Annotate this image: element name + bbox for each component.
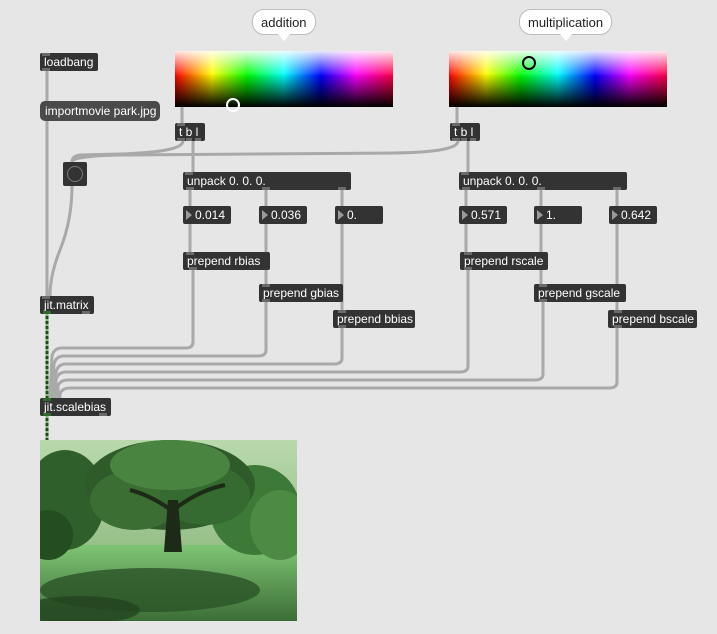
- outlet[interactable]: [42, 68, 50, 71]
- outlet[interactable]: [82, 311, 90, 314]
- park-tree-image: [40, 440, 297, 621]
- outlet[interactable]: [189, 267, 197, 270]
- jit-matrix-object[interactable]: jit.matrix: [40, 296, 94, 314]
- jit-scalebias-object[interactable]: jit.scalebias: [40, 398, 111, 416]
- comment-multiplication-text: multiplication: [528, 15, 604, 30]
- inlet[interactable]: [42, 296, 50, 299]
- importmovie-message[interactable]: importmovie park.jpg: [40, 101, 160, 121]
- outlet[interactable]: [614, 325, 622, 328]
- number-gbias-value: 0.036: [271, 208, 302, 222]
- trigger-label: t b l: [454, 125, 474, 139]
- bubble-tail-icon: [277, 34, 290, 41]
- number-gscale-value: 1.: [546, 208, 557, 222]
- inlet[interactable]: [614, 310, 622, 313]
- prepend-rbias-label: prepend rbias: [187, 254, 261, 268]
- outlet[interactable]: [43, 311, 51, 314]
- number-bbias[interactable]: 0.: [335, 206, 383, 224]
- outlet[interactable]: [195, 138, 201, 141]
- inlet[interactable]: [452, 123, 460, 126]
- outlet[interactable]: [177, 138, 185, 141]
- number-rscale-value: 0.571: [471, 208, 502, 222]
- inlet[interactable]: [262, 284, 270, 287]
- loadbang-object[interactable]: loadbang: [40, 53, 98, 71]
- prepend-bscale-object[interactable]: prepend bscale: [608, 310, 697, 328]
- inlet[interactable]: [539, 284, 547, 287]
- outlet[interactable]: [186, 187, 194, 190]
- outlet[interactable]: [338, 325, 346, 328]
- inlet[interactable]: [338, 310, 346, 313]
- number-bscale-value: 0.642: [621, 208, 652, 222]
- inlet[interactable]: [42, 53, 50, 56]
- outlet[interactable]: [262, 187, 270, 190]
- number-gscale[interactable]: 1.: [534, 206, 582, 224]
- prepend-rscale-object[interactable]: prepend rscale: [460, 252, 548, 270]
- number-arrow-icon: [537, 210, 543, 220]
- prepend-gbias-object[interactable]: prepend gbias: [259, 284, 343, 302]
- jit-scalebias-label: jit.scalebias: [44, 400, 107, 414]
- unpack-label: unpack 0. 0. 0.: [463, 174, 542, 188]
- unpack-object-addition[interactable]: unpack 0. 0. 0.: [183, 172, 351, 190]
- video-display[interactable]: [40, 440, 297, 621]
- outlet[interactable]: [186, 138, 192, 141]
- number-rbias[interactable]: 0.014: [183, 206, 231, 224]
- inlet[interactable]: [185, 172, 193, 175]
- outlet[interactable]: [43, 413, 51, 416]
- number-rbias-value: 0.014: [195, 208, 226, 222]
- inlet[interactable]: [461, 172, 469, 175]
- number-gbias[interactable]: 0.036: [259, 206, 307, 224]
- outlet[interactable]: [613, 187, 621, 190]
- unpack-label: unpack 0. 0. 0.: [187, 174, 266, 188]
- loadbang-label: loadbang: [44, 55, 94, 69]
- prepend-gbias-label: prepend gbias: [263, 286, 340, 300]
- unpack-object-multiplication[interactable]: unpack 0. 0. 0.: [459, 172, 627, 190]
- comment-multiplication: multiplication: [519, 9, 613, 41]
- importmovie-label: importmovie park.jpg: [45, 104, 157, 118]
- prepend-bbias-label: prepend bbias: [337, 312, 414, 326]
- outlet[interactable]: [537, 187, 545, 190]
- bubble-tail-icon: [559, 34, 572, 41]
- number-arrow-icon: [462, 210, 468, 220]
- prepend-rbias-object[interactable]: prepend rbias: [183, 252, 270, 270]
- outlet[interactable]: [99, 413, 107, 416]
- outlet[interactable]: [462, 187, 470, 190]
- prepend-rscale-label: prepend rscale: [464, 254, 544, 268]
- swatch-addition[interactable]: [175, 51, 393, 112]
- trigger-object-multiplication[interactable]: t b l: [450, 123, 480, 141]
- outlet[interactable]: [470, 138, 476, 141]
- comment-addition-text: addition: [261, 15, 307, 30]
- swatch-knob-icon[interactable]: [226, 98, 240, 112]
- number-bscale[interactable]: 0.642: [609, 206, 657, 224]
- prepend-bscale-label: prepend bscale: [612, 312, 695, 326]
- bang-button-icon: [67, 166, 83, 182]
- inlet[interactable]: [43, 398, 51, 401]
- number-arrow-icon: [338, 210, 344, 220]
- swatch-multiplication[interactable]: [449, 51, 667, 107]
- number-arrow-icon: [612, 210, 618, 220]
- bang-button[interactable]: [63, 162, 87, 186]
- prepend-gscale-label: prepend gscale: [538, 286, 621, 300]
- jit-matrix-label: jit.matrix: [44, 298, 89, 312]
- inlet[interactable]: [186, 252, 194, 255]
- prepend-bbias-object[interactable]: prepend bbias: [333, 310, 415, 328]
- number-rscale[interactable]: 0.571: [459, 206, 507, 224]
- number-arrow-icon: [186, 210, 192, 220]
- trigger-label: t b l: [179, 125, 199, 139]
- outlet[interactable]: [464, 267, 472, 270]
- number-arrow-icon: [262, 210, 268, 220]
- outlet[interactable]: [262, 299, 270, 302]
- swatch-knob-icon[interactable]: [522, 56, 536, 70]
- outlet[interactable]: [452, 138, 460, 141]
- outlet[interactable]: [539, 299, 547, 302]
- outlet[interactable]: [461, 138, 467, 141]
- inlet[interactable]: [177, 123, 185, 126]
- prepend-gscale-object[interactable]: prepend gscale: [534, 284, 626, 302]
- number-bbias-value: 0.: [347, 208, 358, 222]
- comment-addition: addition: [252, 9, 316, 41]
- outlet[interactable]: [338, 187, 346, 190]
- trigger-object-addition[interactable]: t b l: [175, 123, 205, 141]
- inlet[interactable]: [464, 252, 472, 255]
